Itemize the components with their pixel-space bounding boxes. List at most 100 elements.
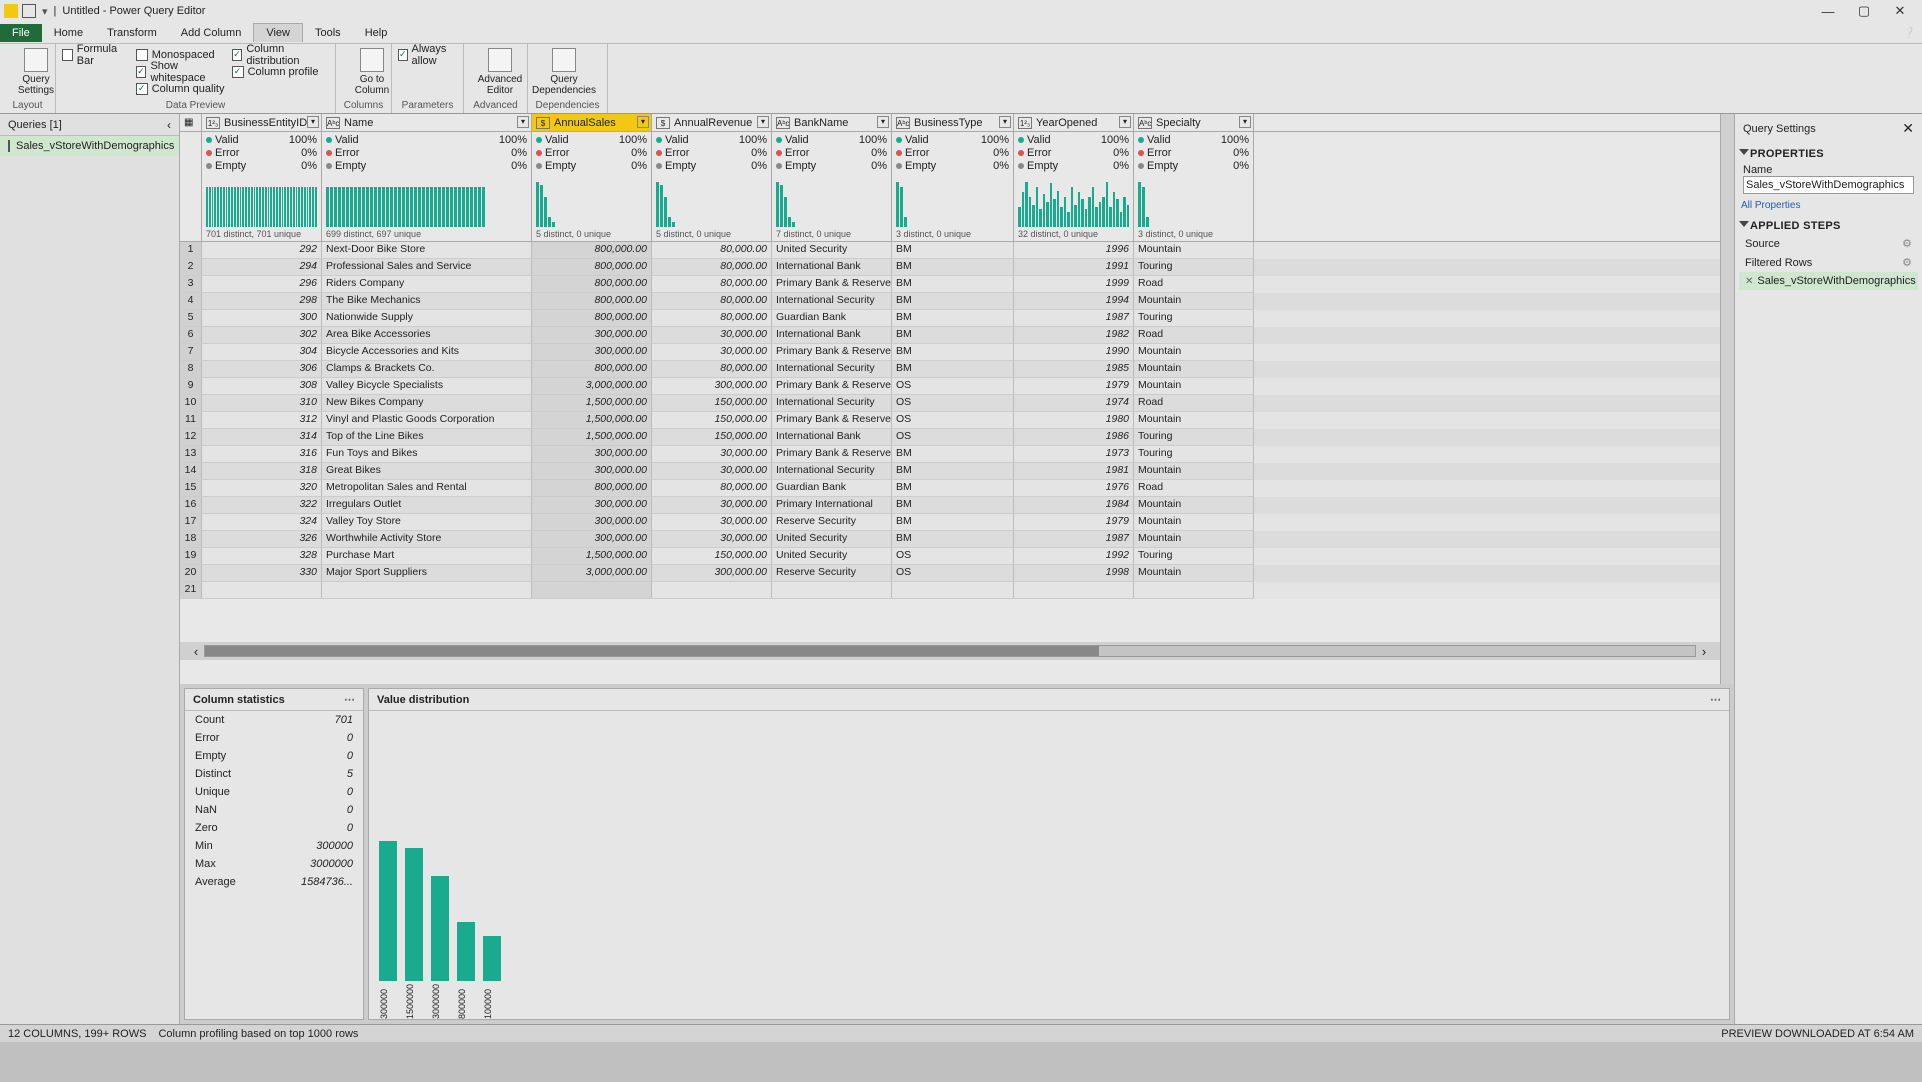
row-number[interactable]: 6: [180, 327, 202, 344]
vertical-scrollbar[interactable]: [1720, 114, 1734, 684]
chart-bar[interactable]: [431, 876, 449, 981]
row-number[interactable]: 10: [180, 395, 202, 412]
table-row[interactable]: 9 308 Valley Bicycle Specialists 3,000,0…: [180, 378, 1720, 395]
column-header-YearOpened[interactable]: 1²₃YearOpened▾: [1014, 114, 1134, 131]
type-icon[interactable]: 1²₃: [1018, 117, 1032, 129]
chart-bar[interactable]: [405, 848, 423, 981]
applied-step[interactable]: ✕Sales_vStoreWithDemographics: [1739, 272, 1918, 290]
close-button[interactable]: ✕: [1882, 1, 1918, 21]
table-row[interactable]: 6 302 Area Bike Accessories 300,000.00 3…: [180, 327, 1720, 344]
show-whitespace-checkbox[interactable]: ✓Show whitespace: [136, 63, 226, 80]
menu-add-column[interactable]: Add Column: [169, 24, 254, 42]
row-number[interactable]: 4: [180, 293, 202, 310]
distribution-sparkline[interactable]: [536, 173, 647, 229]
filter-dropdown-icon[interactable]: ▾: [999, 116, 1011, 128]
distribution-sparkline[interactable]: [206, 173, 317, 229]
menu-home[interactable]: Home: [42, 24, 95, 42]
row-number[interactable]: 12: [180, 429, 202, 446]
column-header-Specialty[interactable]: AᵇcSpecialty▾: [1134, 114, 1254, 131]
row-number[interactable]: 8: [180, 361, 202, 378]
filter-dropdown-icon[interactable]: ▾: [517, 116, 529, 128]
row-number[interactable]: 18: [180, 531, 202, 548]
filter-dropdown-icon[interactable]: ▾: [757, 116, 769, 128]
row-number[interactable]: 3: [180, 276, 202, 293]
applied-step[interactable]: Source⚙: [1739, 234, 1918, 253]
applied-step[interactable]: Filtered Rows⚙: [1739, 253, 1918, 272]
filter-dropdown-icon[interactable]: ▾: [637, 116, 649, 128]
minimize-button[interactable]: —: [1810, 1, 1846, 21]
query-dependencies-button[interactable]: Query Dependencies: [534, 46, 594, 98]
filter-dropdown-icon[interactable]: ▾: [1119, 116, 1131, 128]
qat-dropdown-icon[interactable]: ▾: [42, 5, 48, 18]
step-settings-icon[interactable]: ⚙: [1902, 237, 1912, 250]
row-number[interactable]: 21: [180, 582, 202, 599]
table-row[interactable]: 21: [180, 582, 1720, 599]
column-distribution-checkbox[interactable]: ✓Column distribution: [232, 46, 329, 63]
advanced-editor-button[interactable]: Advanced Editor: [470, 46, 530, 98]
all-properties-link[interactable]: All Properties: [1741, 200, 1916, 211]
distribution-sparkline[interactable]: [656, 173, 767, 229]
row-number[interactable]: 2: [180, 259, 202, 276]
type-icon[interactable]: Aᵇc: [776, 117, 790, 129]
row-number[interactable]: 14: [180, 463, 202, 480]
table-row[interactable]: 16 322 Irregulars Outlet 300,000.00 30,0…: [180, 497, 1720, 514]
help-icon[interactable]: ❔: [1896, 26, 1922, 39]
menu-tools[interactable]: Tools: [303, 24, 353, 42]
step-settings-icon[interactable]: ⚙: [1902, 256, 1912, 269]
collapse-queries-icon[interactable]: ‹: [167, 118, 171, 132]
distribution-sparkline[interactable]: [326, 173, 527, 229]
type-icon[interactable]: $: [536, 117, 550, 129]
table-row[interactable]: 15 320 Metropolitan Sales and Rental 800…: [180, 480, 1720, 497]
table-row[interactable]: 5 300 Nationwide Supply 800,000.00 80,00…: [180, 310, 1720, 327]
table-row[interactable]: 19 328 Purchase Mart 1,500,000.00 150,00…: [180, 548, 1720, 565]
type-icon[interactable]: Aᵇc: [326, 117, 340, 129]
filter-dropdown-icon[interactable]: ▾: [1239, 116, 1251, 128]
menu-help[interactable]: Help: [353, 24, 400, 42]
table-row[interactable]: 3 296 Riders Company 800,000.00 80,000.0…: [180, 276, 1720, 293]
table-row[interactable]: 2 294 Professional Sales and Service 800…: [180, 259, 1720, 276]
distribution-sparkline[interactable]: [1018, 173, 1129, 229]
menu-view[interactable]: View: [253, 23, 303, 42]
query-item[interactable]: Sales_vStoreWithDemographics: [0, 136, 179, 156]
row-number[interactable]: 20: [180, 565, 202, 582]
scroll-right-icon[interactable]: ›: [1696, 644, 1712, 659]
table-row[interactable]: 20 330 Major Sport Suppliers 3,000,000.0…: [180, 565, 1720, 582]
menu-file[interactable]: File: [0, 24, 42, 42]
query-name-input[interactable]: [1743, 176, 1914, 194]
row-number[interactable]: 13: [180, 446, 202, 463]
stats-menu-icon[interactable]: ⋯: [344, 693, 355, 706]
filter-dropdown-icon[interactable]: ▾: [307, 116, 319, 128]
type-icon[interactable]: $: [656, 117, 670, 129]
row-number[interactable]: 1: [180, 242, 202, 259]
menu-transform[interactable]: Transform: [95, 24, 169, 42]
always-allow-checkbox[interactable]: ✓Always allow: [398, 46, 457, 63]
table-row[interactable]: 17 324 Valley Toy Store 300,000.00 30,00…: [180, 514, 1720, 531]
row-number[interactable]: 5: [180, 310, 202, 327]
column-header-AnnualSales[interactable]: $AnnualSales▾: [532, 114, 652, 131]
table-row[interactable]: 12 314 Top of the Line Bikes 1,500,000.0…: [180, 429, 1720, 446]
close-query-settings-icon[interactable]: ✕: [1902, 120, 1914, 137]
table-row[interactable]: 10 310 New Bikes Company 1,500,000.00 15…: [180, 395, 1720, 412]
chart-bar[interactable]: [457, 922, 475, 982]
table-row[interactable]: 7 304 Bicycle Accessories and Kits 300,0…: [180, 344, 1720, 361]
table-row[interactable]: 13 316 Fun Toys and Bikes 300,000.00 30,…: [180, 446, 1720, 463]
column-header-BankName[interactable]: AᵇcBankName▾: [772, 114, 892, 131]
table-row[interactable]: 1 292 Next-Door Bike Store 800,000.00 80…: [180, 242, 1720, 259]
chart-bar[interactable]: [483, 936, 501, 982]
delete-step-icon[interactable]: ✕: [1745, 276, 1753, 287]
distribution-sparkline[interactable]: [896, 173, 1009, 229]
row-number[interactable]: 19: [180, 548, 202, 565]
filter-dropdown-icon[interactable]: ▾: [877, 116, 889, 128]
table-row[interactable]: 14 318 Great Bikes 300,000.00 30,000.00 …: [180, 463, 1720, 480]
column-header-BusinessType[interactable]: AᵇcBusinessType▾: [892, 114, 1014, 131]
row-number[interactable]: 7: [180, 344, 202, 361]
row-number[interactable]: 16: [180, 497, 202, 514]
column-header-BusinessEntityID[interactable]: 1²₃BusinessEntityID▾: [202, 114, 322, 131]
type-icon[interactable]: Aᵇc: [896, 117, 910, 129]
type-icon[interactable]: Aᵇc: [1138, 117, 1152, 129]
row-number[interactable]: 15: [180, 480, 202, 497]
horizontal-scrollbar[interactable]: ‹ ›: [180, 642, 1720, 660]
valdist-menu-icon[interactable]: ⋯: [1710, 693, 1721, 706]
table-row[interactable]: 4 298 The Bike Mechanics 800,000.00 80,0…: [180, 293, 1720, 310]
formula-bar-checkbox[interactable]: Formula Bar: [62, 46, 130, 63]
